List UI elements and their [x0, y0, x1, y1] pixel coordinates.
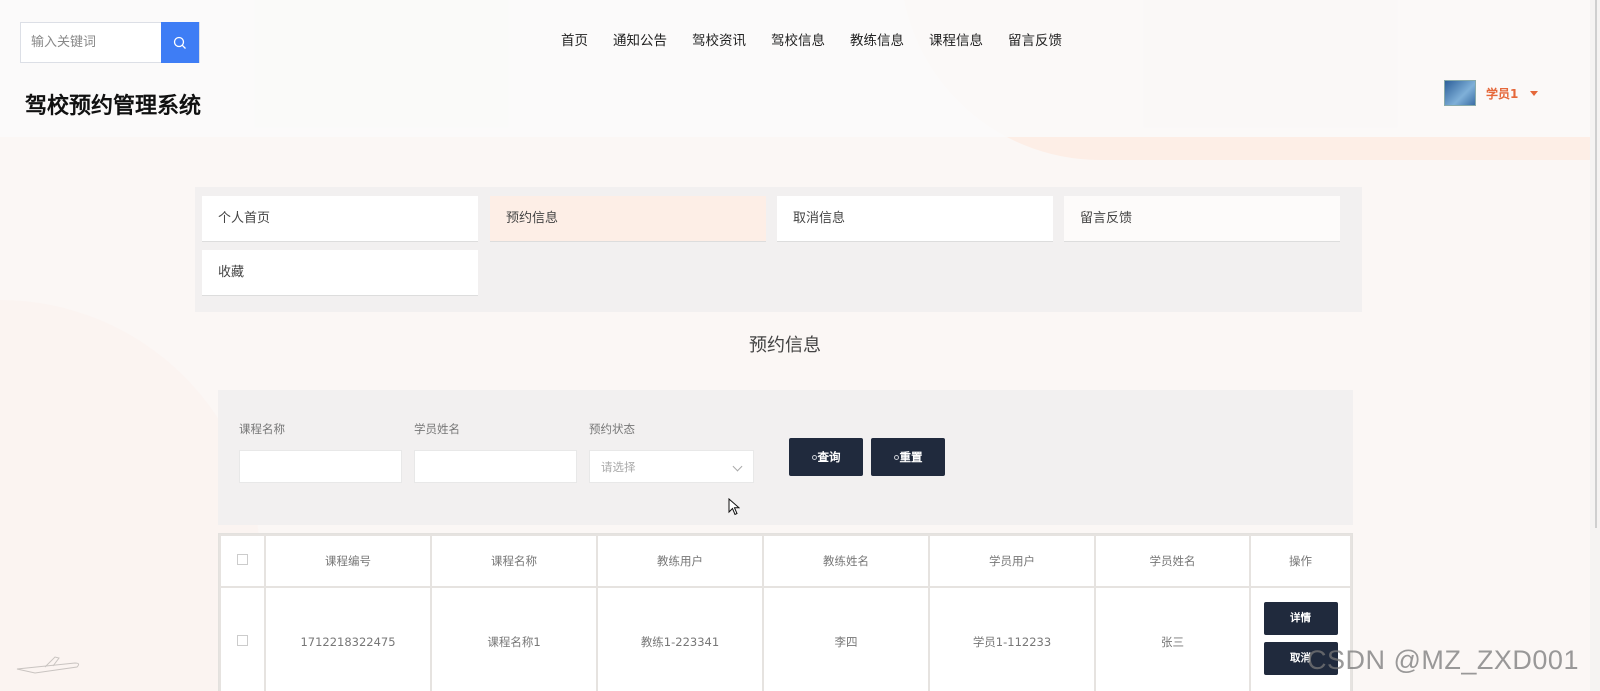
ripple-icon: [893, 455, 899, 460]
nav-coach-info[interactable]: 教练信息: [850, 29, 904, 49]
select-all-checkbox[interactable]: [237, 554, 248, 565]
nav-feedback[interactable]: 留言反馈: [1008, 29, 1062, 49]
student-name-label: 学员姓名: [414, 422, 460, 436]
filter-panel: 课程名称 学员姓名 预约状态 请选择 查询 重置: [218, 390, 1353, 525]
airplane-icon: [16, 656, 80, 674]
row-select-cell: [219, 586, 266, 691]
col-coach-user: 教练用户: [596, 534, 764, 588]
row-checkbox[interactable]: [237, 635, 248, 646]
cell-student-name: 张三: [1094, 586, 1251, 691]
nav-home[interactable]: 首页: [561, 29, 588, 49]
student-name-input[interactable]: [414, 450, 577, 483]
nav-school-info[interactable]: 驾校信息: [771, 29, 825, 49]
menu-item-favorites[interactable]: 收藏: [202, 250, 478, 295]
search-input[interactable]: [21, 23, 161, 62]
query-button[interactable]: 查询: [789, 438, 863, 476]
col-coach-name: 教练姓名: [762, 534, 930, 588]
select-all-cell: [219, 534, 266, 588]
site-title: 驾校预约管理系统: [25, 94, 202, 119]
menu-item-profile-home[interactable]: 个人首页: [202, 196, 478, 241]
col-course-no: 课程编号: [264, 534, 432, 588]
col-course-name: 课程名称: [430, 534, 598, 588]
nav-course-info[interactable]: 课程信息: [929, 29, 983, 49]
col-actions: 操作: [1249, 534, 1352, 588]
scrollbar-thumb[interactable]: [1595, 0, 1597, 528]
main-nav: 首页 通知公告 驾校资讯 驾校信息 教练信息 课程信息 留言反馈: [561, 29, 1087, 49]
caret-down-icon[interactable]: [1530, 90, 1539, 96]
menu-item-bookings[interactable]: 预约信息: [490, 196, 766, 241]
search-box: [20, 22, 200, 63]
mouse-cursor-icon: [728, 498, 740, 516]
user-name[interactable]: 学员1: [1486, 85, 1518, 102]
user-menu[interactable]: 学员1: [1444, 80, 1539, 106]
cell-student-user: 学员1-112233: [928, 586, 1096, 691]
reset-button[interactable]: 重置: [871, 438, 945, 476]
ripple-icon: [811, 455, 817, 460]
search-button[interactable]: [161, 22, 199, 63]
detail-button[interactable]: 详情: [1263, 602, 1338, 635]
cell-coach-user: 教练1-223341: [596, 586, 764, 691]
nav-news[interactable]: 驾校资讯: [692, 29, 746, 49]
course-name-input[interactable]: [239, 450, 402, 483]
query-button-label: 查询: [817, 450, 841, 464]
menu-item-cancellations[interactable]: 取消信息: [777, 196, 1053, 241]
menu-item-feedback[interactable]: 留言反馈: [1064, 196, 1340, 241]
cell-coach-name: 李四: [762, 586, 930, 691]
nav-notices[interactable]: 通知公告: [613, 29, 667, 49]
status-placeholder: 请选择: [601, 460, 636, 474]
table-header-row: 课程编号 课程名称 教练用户 教练姓名 学员用户 学员姓名 操作: [219, 534, 1352, 588]
avatar[interactable]: [1444, 80, 1476, 106]
table-row: 1712218322475 课程名称1 教练1-223341 李四 学员1-11…: [219, 586, 1352, 691]
cell-course-name: 课程名称1: [430, 586, 598, 691]
search-icon: [173, 36, 186, 49]
status-select[interactable]: 请选择: [589, 450, 754, 483]
status-label: 预约状态: [589, 422, 635, 436]
reset-button-label: 重置: [899, 450, 923, 464]
watermark: CSDN @MZ_ZXD001: [1307, 645, 1579, 675]
chevron-down-icon: [732, 461, 743, 472]
cell-course-no: 1712218322475: [264, 586, 432, 691]
col-student-name: 学员姓名: [1094, 534, 1251, 588]
bookings-table: 课程编号 课程名称 教练用户 教练姓名 学员用户 学员姓名 操作 1712218…: [218, 533, 1353, 691]
site-header: 首页 通知公告 驾校资讯 驾校信息 教练信息 课程信息 留言反馈 驾校预约管理系…: [0, 0, 1600, 137]
user-center-menu: 个人首页 预约信息 取消信息 留言反馈 收藏: [195, 187, 1362, 312]
course-name-label: 课程名称: [239, 422, 285, 436]
col-student-user: 学员用户: [928, 534, 1096, 588]
page-title: 预约信息: [749, 335, 821, 356]
